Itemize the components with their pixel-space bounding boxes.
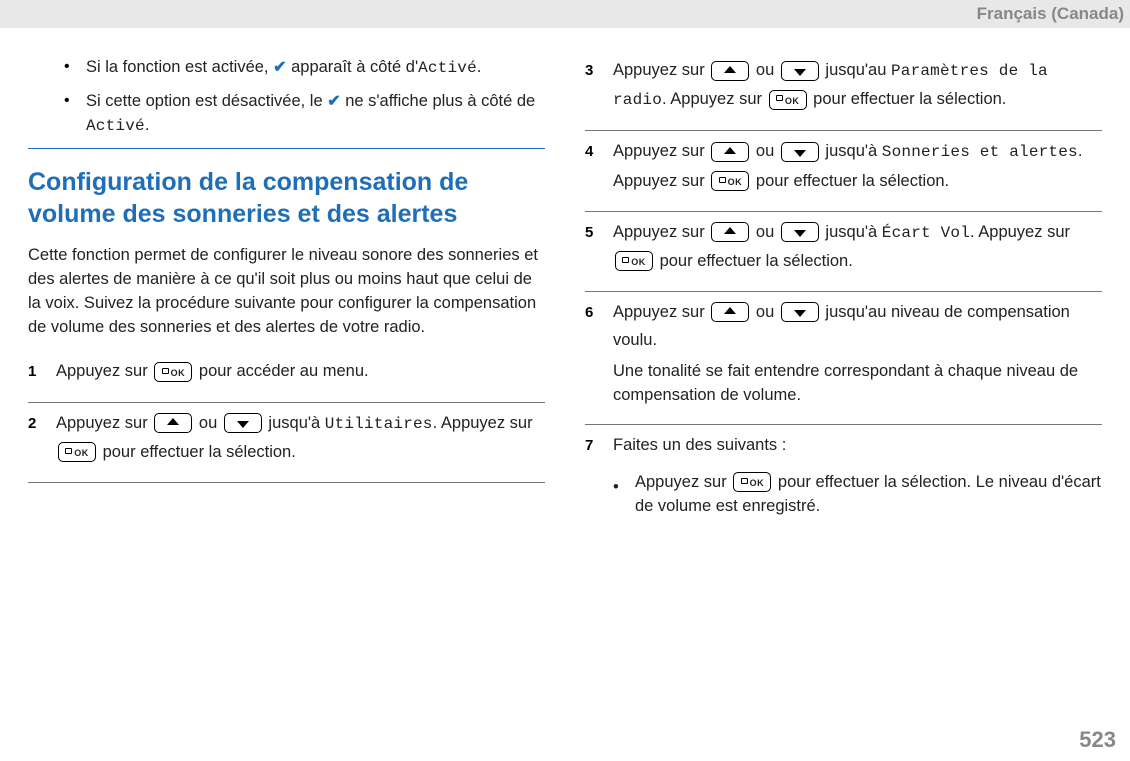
step-text: Appuyez sur ou jusqu'à Utilitaires. Appu… [56,409,545,466]
right-column: 3 Appuyez sur ou jusqu'au Paramètres de … [585,56,1102,539]
topbar [0,0,1130,28]
step-divider [28,482,545,483]
step-divider [585,211,1102,212]
down-arrow-icon [781,222,819,242]
step-text: Appuyez sur ou jusqu'au niveau de compen… [613,298,1102,408]
step-extra: Une tonalité se fait entendre correspond… [613,360,1102,408]
step-text: Appuyez sur ou jusqu'au Paramètres de la… [613,56,1102,114]
bullet-text: Appuyez sur OK pour effectuer la sélecti… [635,471,1102,519]
down-arrow-icon [224,413,262,433]
step-number: 1 [28,357,48,385]
step-number: 4 [585,137,605,194]
step-6: 6 Appuyez sur ou jusqu'au niveau de comp… [585,298,1102,418]
step-number: 2 [28,409,48,466]
bullet-text: Si cette option est désactivée, le ✔ ne … [86,90,545,138]
bullet-icon: • [64,56,74,80]
step-number: 7 [585,431,605,529]
step-number: 3 [585,56,605,114]
ok-button-icon: OK [154,362,192,382]
ok-button-icon: OK [711,171,749,191]
ok-button-icon: OK [769,90,807,110]
check-icon: ✔ [273,56,286,79]
left-column: • Si la fonction est activée, ✔ apparaît… [28,56,545,539]
step-text: Appuyez sur OK pour accéder au menu. [56,357,545,385]
up-arrow-icon [154,413,192,433]
page-number: 523 [1079,727,1116,753]
step-4: 4 Appuyez sur ou jusqu'à Sonneries et al… [585,137,1102,204]
step-divider [585,424,1102,425]
list-item: • Si la fonction est activée, ✔ apparaît… [64,56,545,80]
step-number: 5 [585,218,605,275]
step-number: 6 [585,298,605,408]
down-arrow-icon [781,61,819,81]
step-divider [585,291,1102,292]
down-arrow-icon [781,142,819,162]
list-item: • Si cette option est désactivée, le ✔ n… [64,90,545,138]
down-arrow-icon [781,302,819,322]
step-7: 7 Faites un des suivants : • Appuyez sur… [585,431,1102,539]
section-divider [28,148,545,149]
page-content: • Si la fonction est activée, ✔ apparaît… [0,28,1130,549]
up-arrow-icon [711,302,749,322]
step-text: Appuyez sur ou jusqu'à Écart Vol. Appuye… [613,218,1102,275]
intro-paragraph: Cette fonction permet de configurer le n… [28,244,545,340]
bullet-list: • Si la fonction est activée, ✔ apparaît… [28,56,545,138]
ok-button-icon: OK [58,442,96,462]
bullet-icon: • [613,471,623,519]
step-divider [585,130,1102,131]
ok-button-icon: OK [615,251,653,271]
step-lead: Faites un des suivants : [613,431,1102,459]
step-divider [28,402,545,403]
ok-button-icon: OK [733,472,771,492]
up-arrow-icon [711,222,749,242]
step-1: 1 Appuyez sur OK pour accéder au menu. [28,357,545,395]
step-3: 3 Appuyez sur ou jusqu'au Paramètres de … [585,56,1102,124]
list-item: • Appuyez sur OK pour effectuer la sélec… [613,471,1102,519]
step-text: Appuyez sur ou jusqu'à Sonneries et aler… [613,137,1102,194]
check-icon: ✔ [327,90,340,113]
bullet-text: Si la fonction est activée, ✔ apparaît à… [86,56,545,80]
step-text: Faites un des suivants : • Appuyez sur O… [613,431,1102,529]
section-heading: Configuration de la compensation de volu… [28,167,545,230]
step-5: 5 Appuyez sur ou jusqu'à Écart Vol. Appu… [585,218,1102,285]
header-language: Français (Canada) [977,4,1124,24]
up-arrow-icon [711,61,749,81]
step-2: 2 Appuyez sur ou jusqu'à Utilitaires. Ap… [28,409,545,476]
bullet-icon: • [64,90,74,138]
up-arrow-icon [711,142,749,162]
